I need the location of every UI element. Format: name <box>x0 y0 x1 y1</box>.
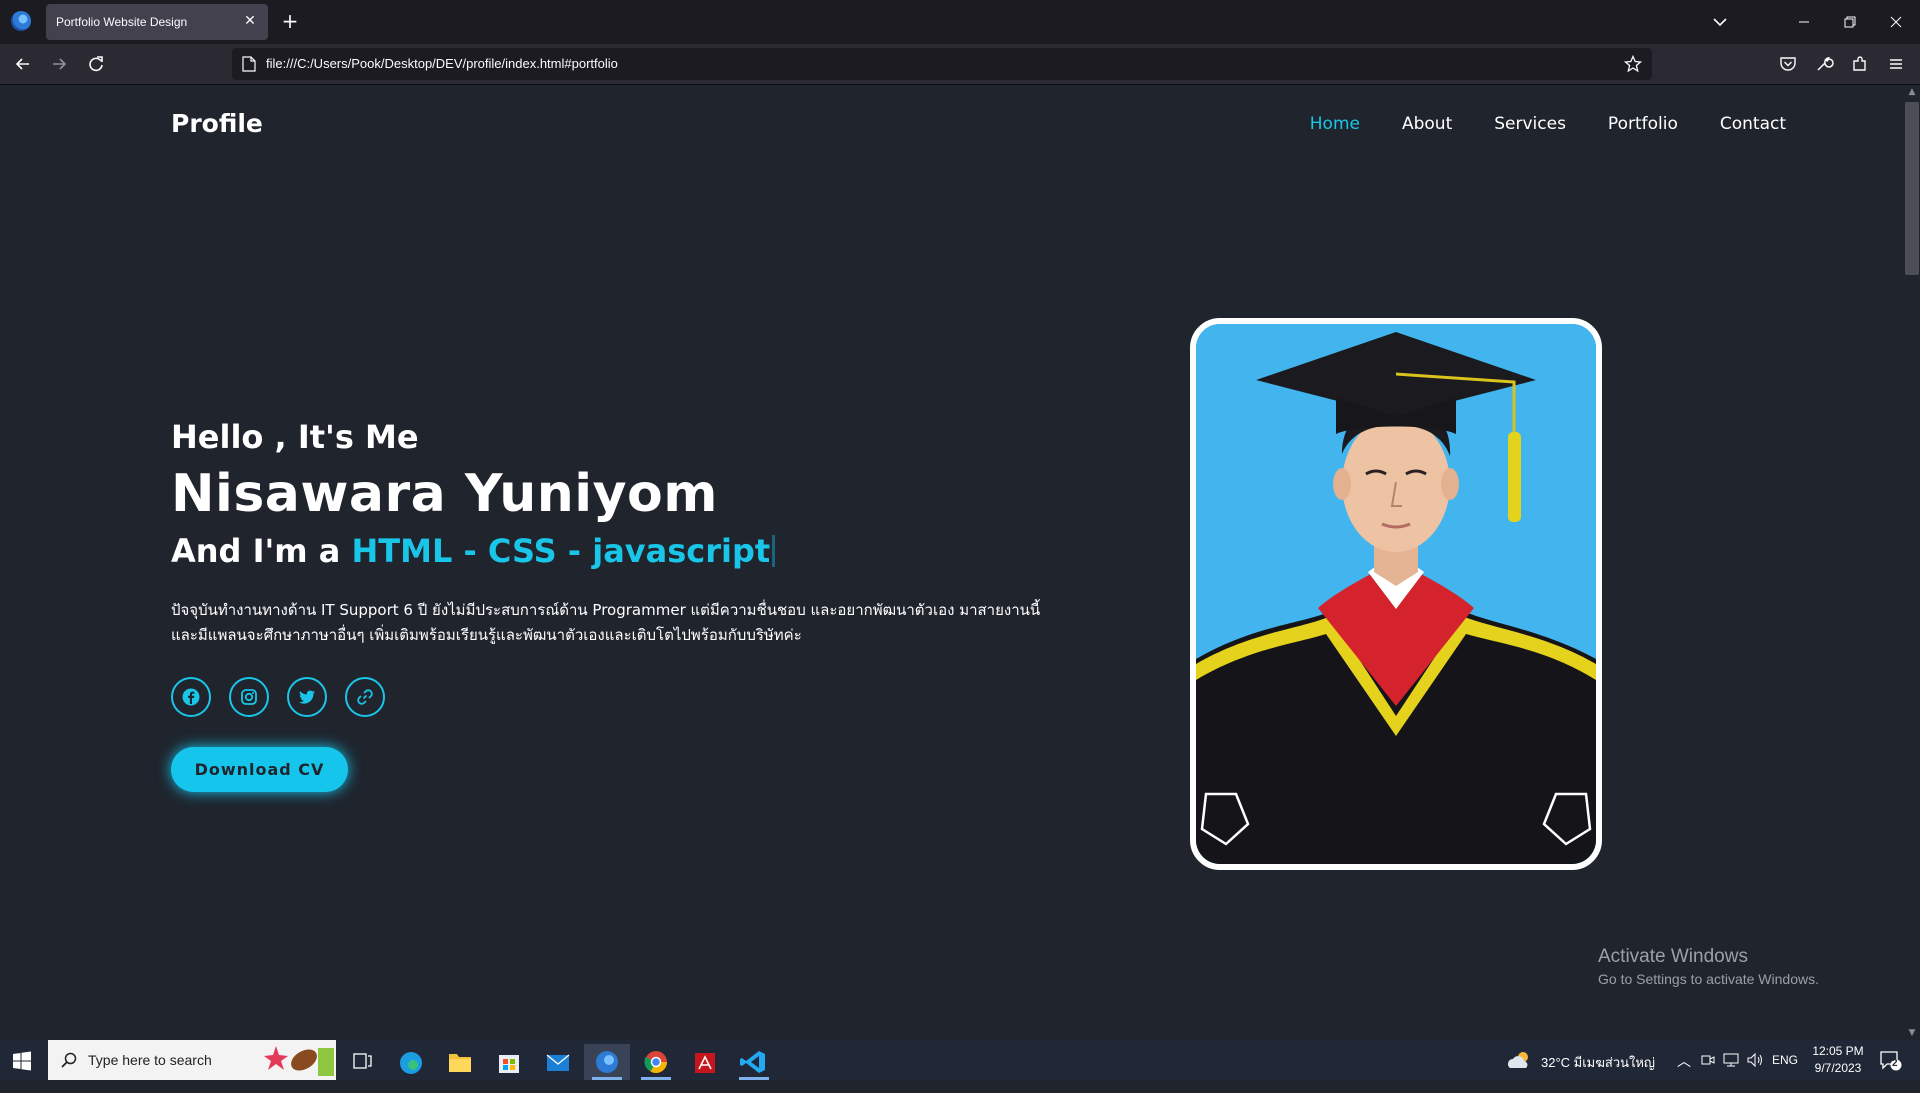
input-language[interactable]: ENG <box>1772 1053 1798 1093</box>
notification-count: 2 <box>1892 1058 1898 1069</box>
task-view-icon[interactable] <box>339 1044 385 1080</box>
extensions-icon[interactable] <box>1849 53 1871 75</box>
hero-greeting: Hello , It's Me <box>171 418 419 456</box>
clock-date: 9/7/2023 <box>1814 1061 1862 1075</box>
taskbar-clock[interactable]: 12:05 PM 9/7/2023 <box>1808 1043 1868 1077</box>
restore-icon[interactable] <box>1836 8 1864 36</box>
typing-cursor <box>772 535 776 567</box>
hero-description: ปัจจุบันทำงานทางด้าน IT Support 6 ปี ยัง… <box>171 598 1071 648</box>
instagram-link[interactable] <box>229 677 269 717</box>
hero-role-highlight: HTML - CSS - javascript <box>351 532 771 570</box>
browser-toolbar: file:///C:/Users/Pook/Desktop/DEV/profil… <box>0 44 1920 85</box>
network-icon[interactable] <box>1722 1052 1740 1068</box>
facebook-link[interactable] <box>171 677 211 717</box>
scrollbar-thumb[interactable] <box>1905 102 1919 275</box>
link-icon <box>357 689 373 705</box>
url-text: file:///C:/Users/Pook/Desktop/DEV/profil… <box>266 56 618 71</box>
windows-start-icon[interactable] <box>12 1051 32 1071</box>
file-explorer-icon[interactable] <box>437 1044 483 1080</box>
facebook-icon <box>182 688 200 706</box>
menu-hamburger-icon[interactable] <box>1885 53 1907 75</box>
browser-tab-bar: Portfolio Website Design ✕ + <box>0 0 1920 44</box>
edge-browser-icon[interactable] <box>388 1044 434 1080</box>
hero-role: And I'm a HTML - CSS - javascript <box>171 532 776 570</box>
weather-cloud-icon[interactable] <box>1506 1049 1532 1071</box>
hero-name: Nisawara Yuniyom <box>171 464 718 524</box>
page-icon <box>242 56 256 72</box>
social-links <box>171 677 385 717</box>
wrench-icon[interactable] <box>1813 53 1835 75</box>
back-icon[interactable] <box>12 53 34 75</box>
watermark-subtitle: Go to Settings to activate Windows. <box>1598 971 1819 987</box>
new-tab-button[interactable]: + <box>279 10 301 32</box>
pocket-icon[interactable] <box>1777 53 1799 75</box>
notification-icon <box>1880 1051 1902 1071</box>
hero-description-line-2: และมีแพลนจะศึกษาภาษาอื่นๆ เพิ่มเติมพร้อม… <box>171 626 802 644</box>
search-highlight-football-icon <box>264 1046 334 1076</box>
site-logo[interactable]: Profile <box>171 109 263 138</box>
microsoft-store-icon[interactable] <box>486 1044 532 1080</box>
windows-taskbar: Type here to search 32°C มีเมฆส่วนใหญ่ ︿… <box>0 1040 1920 1080</box>
nav-contact[interactable]: Contact <box>1720 114 1786 134</box>
vscode-icon <box>740 1051 765 1073</box>
forward-icon[interactable] <box>48 53 70 75</box>
reload-icon[interactable] <box>85 53 107 75</box>
hero-description-line-1: ปัจจุบันทำงานทางด้าน IT Support 6 ปี ยัง… <box>171 601 1041 619</box>
search-placeholder: Type here to search <box>88 1052 212 1068</box>
graduation-portrait-image <box>1196 324 1596 864</box>
instagram-icon <box>241 689 257 705</box>
minimize-icon[interactable] <box>1790 8 1818 36</box>
profile-photo <box>1190 318 1602 870</box>
portfolio-page: Profile Home About Services Portfolio Co… <box>0 86 1904 1040</box>
watermark-title: Activate Windows <box>1598 946 1748 967</box>
twitter-icon <box>298 690 315 704</box>
clock-time: 12:05 PM <box>1812 1044 1864 1058</box>
nav-home[interactable]: Home <box>1310 114 1360 134</box>
bookmark-star-icon[interactable] <box>1624 55 1642 73</box>
weather-text[interactable]: 32°C มีเมฆส่วนใหญ่ <box>1541 1052 1655 1092</box>
tab-list-chevron-icon[interactable] <box>1710 12 1730 32</box>
nav-services[interactable]: Services <box>1494 114 1566 134</box>
chrome-icon <box>644 1051 667 1073</box>
activate-windows-watermark: Activate Windows Go to Settings to activ… <box>1598 946 1819 987</box>
nav-about[interactable]: About <box>1402 114 1452 134</box>
download-cv-button[interactable]: Download CV <box>171 747 348 792</box>
acrobat-icon[interactable] <box>682 1044 728 1080</box>
tray-chevron-up-icon[interactable]: ︿ <box>1677 1051 1691 1091</box>
mail-icon[interactable] <box>535 1044 581 1080</box>
taskbar-chrome[interactable] <box>633 1044 679 1080</box>
scroll-up-arrow-icon[interactable]: ▲ <box>1906 87 1918 97</box>
tab-close-icon[interactable]: ✕ <box>240 11 260 31</box>
twitter-link[interactable] <box>287 677 327 717</box>
hero-role-prefix: And I'm a <box>171 532 352 570</box>
scroll-down-arrow-icon[interactable]: ▼ <box>1906 1028 1918 1038</box>
meet-now-icon[interactable] <box>1700 1052 1716 1068</box>
website-link[interactable] <box>345 677 385 717</box>
taskbar-search-box[interactable]: Type here to search <box>48 1040 336 1080</box>
browser-tab[interactable]: Portfolio Website Design ✕ <box>46 4 268 40</box>
firefox-taskbar-icon <box>596 1051 618 1073</box>
main-nav: Home About Services Portfolio Contact <box>1310 114 1786 134</box>
nav-portfolio[interactable]: Portfolio <box>1608 114 1678 134</box>
firefox-icon[interactable] <box>11 11 31 31</box>
volume-icon[interactable] <box>1746 1052 1764 1068</box>
taskbar-firefox[interactable] <box>584 1044 630 1080</box>
url-bar[interactable]: file:///C:/Users/Pook/Desktop/DEV/profil… <box>232 48 1652 80</box>
tab-title: Portfolio Website Design <box>56 15 188 29</box>
close-window-icon[interactable] <box>1882 8 1910 36</box>
taskbar-vscode[interactable] <box>731 1044 777 1080</box>
search-icon <box>61 1052 77 1068</box>
action-center-button[interactable]: 2 <box>1878 1049 1902 1071</box>
